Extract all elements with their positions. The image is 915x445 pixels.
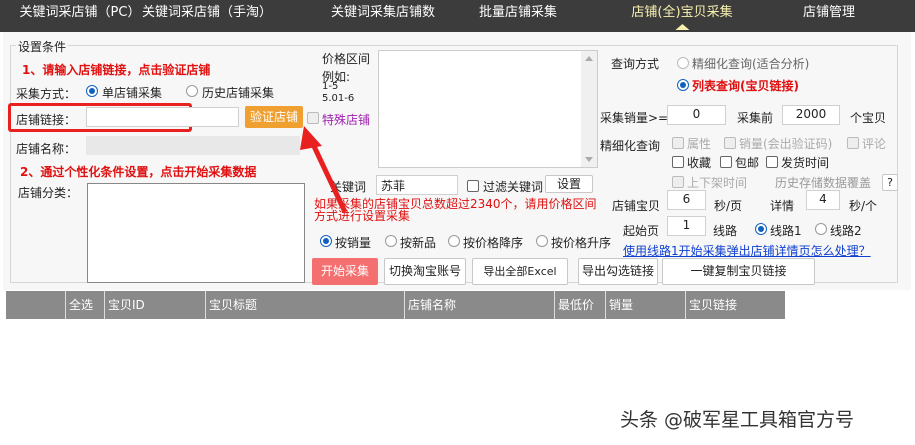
col-select-all[interactable]: 全选: [65, 291, 104, 319]
col-blank: [6, 291, 65, 319]
col-item-id[interactable]: 宝贝ID: [104, 291, 205, 319]
results-table-header: 全选 宝贝ID 宝贝标题 店铺名称 最低价 销量 宝贝链接: [6, 291, 785, 319]
red-arrow: [300, 126, 348, 214]
col-sales[interactable]: 销量: [605, 291, 685, 319]
col-min-price[interactable]: 最低价: [554, 291, 605, 319]
arrow-shaft: [309, 140, 348, 214]
col-item-title[interactable]: 宝贝标题: [205, 291, 404, 319]
arrow-head: [300, 126, 322, 150]
col-item-link[interactable]: 宝贝链接: [685, 291, 785, 319]
col-shop-name[interactable]: 店铺名称: [404, 291, 554, 319]
watermark: 头条 @破军星工具箱官方号: [620, 409, 855, 431]
